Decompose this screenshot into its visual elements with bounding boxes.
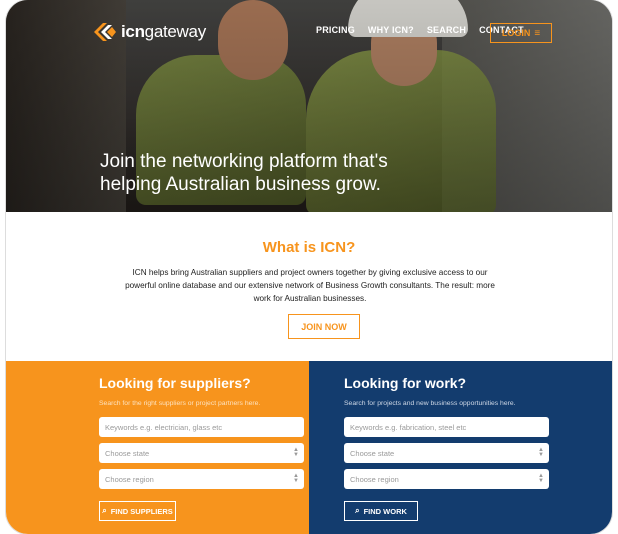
work-keyword-input[interactable]: Keywords e.g. fabrication, steel etc (344, 417, 549, 437)
search-icon: ⌕ (102, 506, 107, 515)
search-icon: ⌕ (355, 506, 360, 515)
suppliers-region-value: Choose region (105, 474, 154, 484)
nav-search[interactable]: SEARCH (427, 25, 466, 35)
login-label: LOGIN (501, 28, 531, 38)
suppliers-subtitle: Search for the right suppliers or projec… (99, 400, 261, 407)
site-logo[interactable]: icngateway (94, 22, 206, 42)
hero-banner: icngateway PRICING WHY ICN? SEARCH CONTA… (6, 0, 612, 212)
join-now-button[interactable]: JOIN NOW (288, 314, 360, 339)
logo-text: icngateway (121, 22, 206, 41)
find-work-label: FIND WORK (363, 506, 407, 516)
hero-title: Join the networking platform that's help… (100, 151, 388, 195)
suppliers-panel: Looking for suppliers? Search for the ri… (6, 361, 309, 534)
work-state-value: Choose state (350, 448, 395, 458)
nav-pricing[interactable]: PRICING (316, 25, 355, 35)
login-button[interactable]: LOGIN ≡ (490, 23, 552, 43)
work-keyword-placeholder: Keywords e.g. fabrication, steel etc (350, 422, 467, 432)
select-arrows-icon: ▲ ▼ (538, 473, 544, 484)
suppliers-keyword-input[interactable]: Keywords e.g. electrician, glass etc (99, 417, 304, 437)
work-panel: Looking for work? Search for projects an… (309, 361, 612, 534)
about-title: What is ICN? (262, 239, 356, 256)
work-subtitle: Search for projects and new business opp… (344, 400, 516, 407)
work-title: Looking for work? (344, 375, 467, 391)
nav-why-icn[interactable]: WHY ICN? (368, 25, 414, 35)
suppliers-keyword-placeholder: Keywords e.g. electrician, glass etc (105, 422, 223, 432)
suppliers-title: Looking for suppliers? (99, 375, 251, 391)
select-arrows-icon: ▲ ▼ (538, 447, 544, 458)
find-suppliers-button[interactable]: ⌕ FIND SUPPLIERS (99, 501, 176, 521)
select-arrows-icon: ▲ ▼ (293, 473, 299, 484)
logo-chevron-icon (94, 23, 116, 41)
select-arrows-icon: ▲ ▼ (293, 447, 299, 458)
about-body: ICN helps bring Australian suppliers and… (125, 268, 495, 303)
find-work-button[interactable]: ⌕ FIND WORK (344, 501, 418, 521)
suppliers-state-value: Choose state (105, 448, 150, 458)
suppliers-region-select[interactable]: Choose region ▲ ▼ (99, 469, 304, 489)
suppliers-state-select[interactable]: Choose state ▲ ▼ (99, 443, 304, 463)
work-state-select[interactable]: Choose state ▲ ▼ (344, 443, 549, 463)
menu-icon: ≡ (534, 27, 541, 39)
work-region-select[interactable]: Choose region ▲ ▼ (344, 469, 549, 489)
find-suppliers-label: FIND SUPPLIERS (110, 506, 173, 516)
browser-frame: icngateway PRICING WHY ICN? SEARCH CONTA… (6, 0, 612, 534)
work-region-value: Choose region (350, 474, 399, 484)
